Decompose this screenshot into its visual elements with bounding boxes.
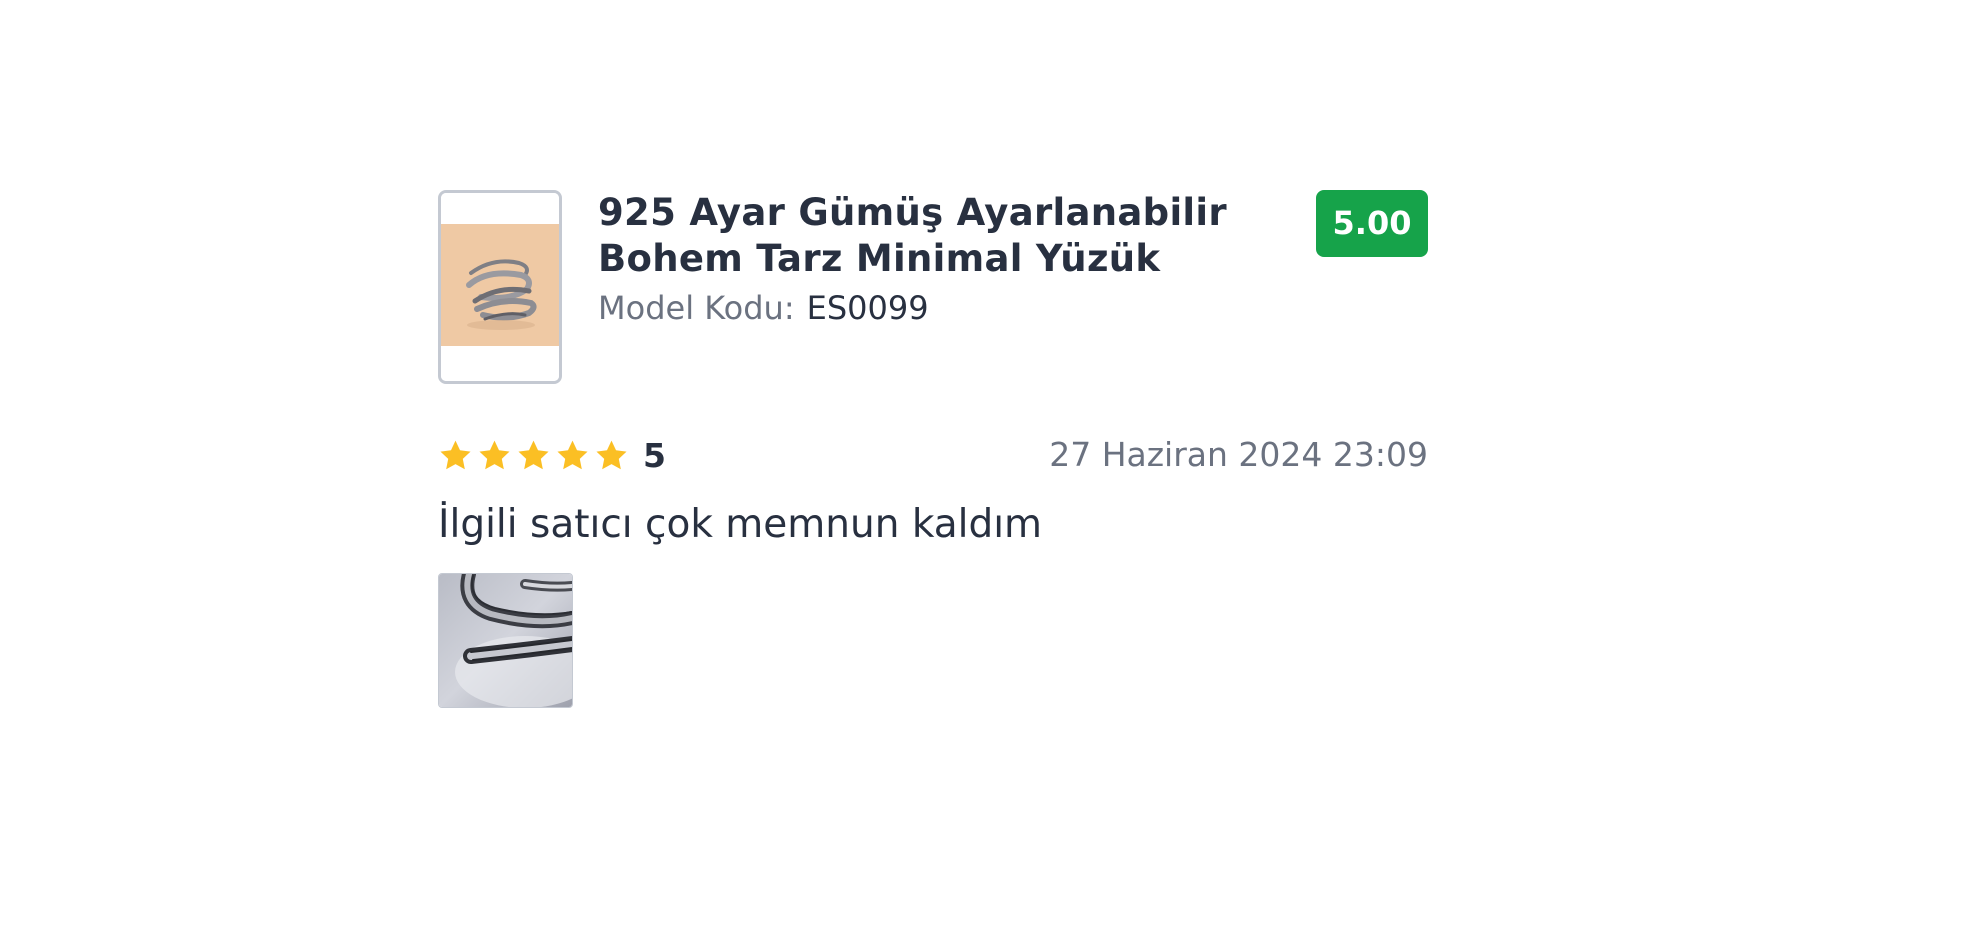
ring-review-photo-icon [439, 574, 572, 707]
star-icon [479, 440, 510, 469]
star-icon [557, 440, 588, 469]
product-title[interactable]: 925 Ayar Gümüş Ayarlanabilir Bohem Tarz … [598, 190, 1238, 282]
review-card: 925 Ayar Gümüş Ayarlanabilir Bohem Tarz … [438, 190, 1428, 710]
model-code-label: Model Kodu: [598, 289, 795, 327]
rating-value: 5 [643, 435, 666, 475]
product-image[interactable] [438, 190, 562, 384]
star-icon [440, 440, 471, 469]
review-date: 27 Haziran 2024 23:09 [1049, 435, 1428, 474]
model-code-value: ES0099 [806, 289, 929, 327]
star-icon [596, 440, 627, 469]
model-code-row: Model Kodu: ES0099 [598, 288, 929, 328]
review-text: İlgili satıcı çok memnun kaldım [438, 502, 1043, 547]
score-badge: 5.00 [1316, 190, 1428, 257]
review-photo[interactable] [438, 573, 573, 708]
ring-product-photo-icon [441, 193, 559, 381]
rating-stars: 5 [438, 430, 666, 480]
star-icon [518, 440, 549, 469]
